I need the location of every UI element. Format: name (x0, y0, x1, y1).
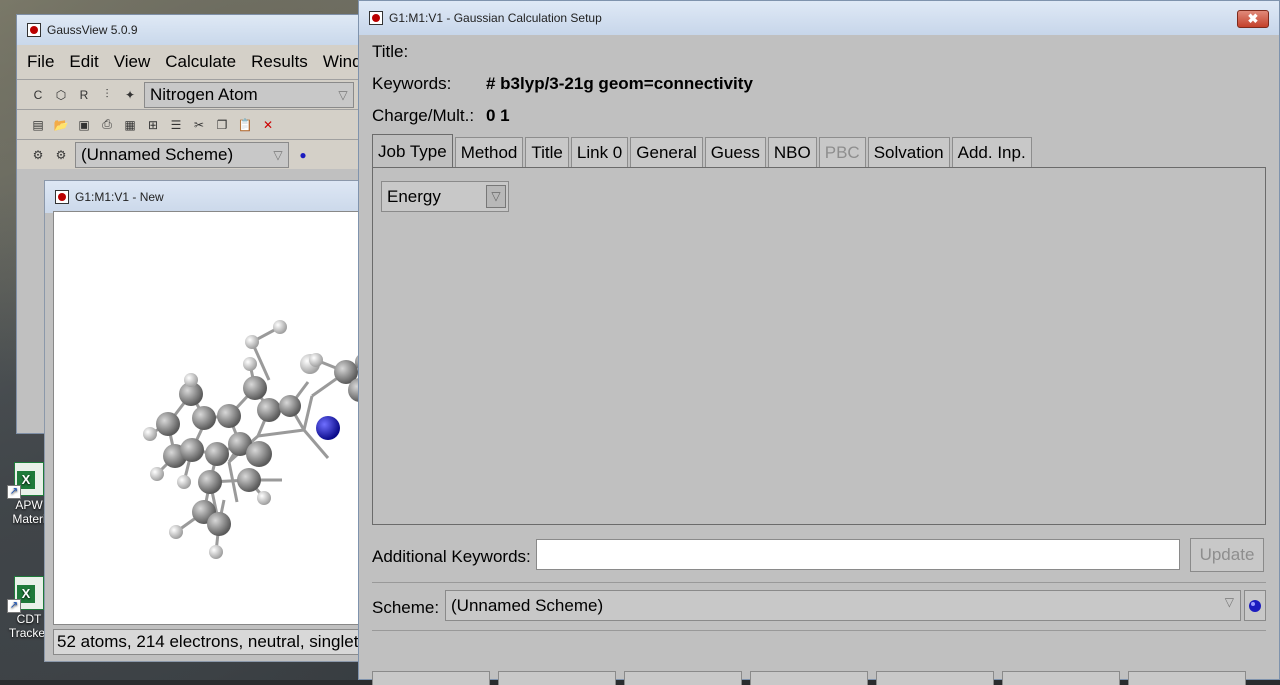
additional-keywords-input[interactable] (536, 539, 1180, 570)
chevron-down-icon: ▽ (1224, 595, 1234, 609)
scheme-combo-value: (Unnamed Scheme) (81, 144, 234, 164)
tab-bar: Job Type Method Title Link 0 General Gue… (372, 134, 1034, 168)
scheme-edit-button[interactable] (1244, 590, 1266, 621)
nitrogen-atom (316, 416, 340, 440)
calculate-icon[interactable]: ⚙ (29, 146, 47, 164)
scheme-combo[interactable]: (Unnamed Scheme) ▽ (75, 141, 289, 168)
charge-mult-label: Charge/Mult.: (372, 106, 475, 125)
charge-mult-row: Charge/Mult.: 0 1 (372, 106, 510, 126)
paste-icon[interactable]: 📋 (236, 116, 254, 134)
file-toolbar: ▤ 📂 ▣ ⎙ ▦ ⊞ ☰ ✂ ❐ 📋 ✕ (17, 109, 375, 139)
bottom-button[interactable] (876, 671, 994, 685)
chevron-down-icon: ▽ (273, 147, 283, 162)
custom-fragment-icon[interactable]: ✦ (121, 86, 139, 104)
tab-guess[interactable]: Guess (704, 137, 766, 168)
job-type-panel: Energy ▽ (372, 167, 1266, 525)
separator (372, 582, 1266, 583)
bottom-button[interactable] (372, 671, 490, 685)
scheme-icon (1249, 599, 1261, 612)
molecule-canvas[interactable] (53, 211, 363, 625)
job-type-value: Energy (387, 186, 441, 206)
biological-fragment-icon[interactable]: ⫶ (98, 86, 116, 104)
viewer-app-icon (55, 190, 69, 204)
keywords-row: Keywords: # b3lyp/3-21g geom=connectivit… (372, 74, 753, 94)
calculation-setup-dialog: G1:M1:V1 - Gaussian Calculation Setup ✖ … (358, 0, 1280, 685)
chevron-down-icon: ▽ (486, 185, 506, 208)
tab-nbo[interactable]: NBO (767, 137, 817, 168)
update-button: Update (1190, 538, 1264, 572)
viewer-window: G1:M1:V1 - New 52 atoms, 214 electrons, … (44, 180, 364, 662)
viewer-status-bar: 52 atoms, 214 electrons, neutral, single… (53, 629, 363, 655)
tab-link0[interactable]: Link 0 (570, 137, 629, 168)
menu-results[interactable]: Results (251, 52, 308, 72)
scheme-edit-icon[interactable]: ● (294, 146, 312, 164)
cut-icon[interactable]: ✂ (190, 116, 208, 134)
menu-windows[interactable]: Wind (323, 52, 362, 72)
menubar: File Edit View Calculate Results Wind (17, 45, 375, 79)
dialog-app-icon (369, 11, 383, 25)
tab-title[interactable]: Title (525, 137, 569, 168)
gaussview-titlebar[interactable]: GaussView 5.0.9 (17, 15, 375, 45)
list-icon[interactable]: ☰ (167, 116, 185, 134)
keywords-value: # b3lyp/3-21g geom=connectivity (486, 74, 753, 93)
title-label: Title: (372, 42, 409, 61)
open-icon[interactable]: 📂 (52, 116, 70, 134)
gaussview-title: GaussView 5.0.9 (47, 23, 138, 37)
quick-launch-icon[interactable]: ⚙ (52, 146, 70, 164)
new-icon[interactable]: ▤ (29, 116, 47, 134)
dialog-titlebar[interactable]: G1:M1:V1 - Gaussian Calculation Setup ✖ (359, 1, 1279, 35)
close-button[interactable]: ✖ (1237, 10, 1269, 28)
dialog-title: G1:M1:V1 - Gaussian Calculation Setup (389, 11, 602, 25)
scheme-select[interactable]: (Unnamed Scheme) ▽ (445, 590, 1241, 621)
ring-fragment-icon[interactable]: ⬡ (52, 86, 70, 104)
builder-toolbar: C ⬡ R ⫶ ✦ Nitrogen Atom ▽ (17, 79, 375, 109)
element-fragment-icon[interactable]: C (29, 86, 47, 104)
additional-keywords-label: Additional Keywords: (372, 547, 531, 566)
tab-solvation[interactable]: Solvation (867, 137, 950, 168)
bottom-button[interactable] (1002, 671, 1120, 685)
tab-pbc: PBC (818, 137, 866, 168)
charge-mult-value: 0 1 (486, 106, 510, 125)
viewer-titlebar[interactable]: G1:M1:V1 - New (45, 181, 363, 213)
close-icon: ✖ (1247, 11, 1259, 26)
bottom-button[interactable] (498, 671, 616, 685)
tab-general[interactable]: General (630, 137, 703, 168)
print-icon[interactable]: ⎙ (98, 116, 116, 134)
gaussview-app-icon (27, 23, 41, 37)
scheme-value: (Unnamed Scheme) (451, 595, 604, 615)
r-group-icon[interactable]: R (75, 86, 93, 104)
molecule-structure (143, 320, 362, 559)
scheme-toolbar: ⚙ ⚙ (Unnamed Scheme) ▽ ● (17, 139, 375, 169)
image-icon[interactable]: ▦ (121, 116, 139, 134)
menu-file[interactable]: File (27, 52, 54, 72)
keywords-label: Keywords: (372, 74, 452, 93)
menu-calculate[interactable]: Calculate (165, 52, 236, 72)
copy-icon[interactable]: ❐ (213, 116, 231, 134)
tab-method[interactable]: Method (454, 137, 524, 168)
menu-view[interactable]: View (114, 52, 151, 72)
element-combo-value: Nitrogen Atom (150, 84, 258, 104)
scheme-label: Scheme: (372, 598, 440, 617)
delete-icon[interactable]: ✕ (259, 116, 277, 134)
viewer-title: G1:M1:V1 - New (75, 190, 164, 204)
excel-file-icon: X ↗ (7, 462, 44, 499)
tab-job-type[interactable]: Job Type (372, 134, 453, 168)
inquire-icon[interactable]: ⊞ (144, 116, 162, 134)
chevron-down-icon: ▽ (338, 87, 348, 102)
bottom-button[interactable] (750, 671, 868, 685)
bottom-button[interactable] (624, 671, 742, 685)
excel-file-icon: X ↗ (7, 576, 44, 613)
element-combo[interactable]: Nitrogen Atom ▽ (144, 81, 354, 108)
title-row: Title: (372, 42, 486, 62)
tab-add-inp[interactable]: Add. Inp. (951, 137, 1032, 168)
bottom-button[interactable] (1128, 671, 1246, 685)
job-type-select[interactable]: Energy ▽ (381, 181, 509, 212)
save-icon[interactable]: ▣ (75, 116, 93, 134)
separator (372, 630, 1266, 631)
menu-edit[interactable]: Edit (69, 52, 98, 72)
